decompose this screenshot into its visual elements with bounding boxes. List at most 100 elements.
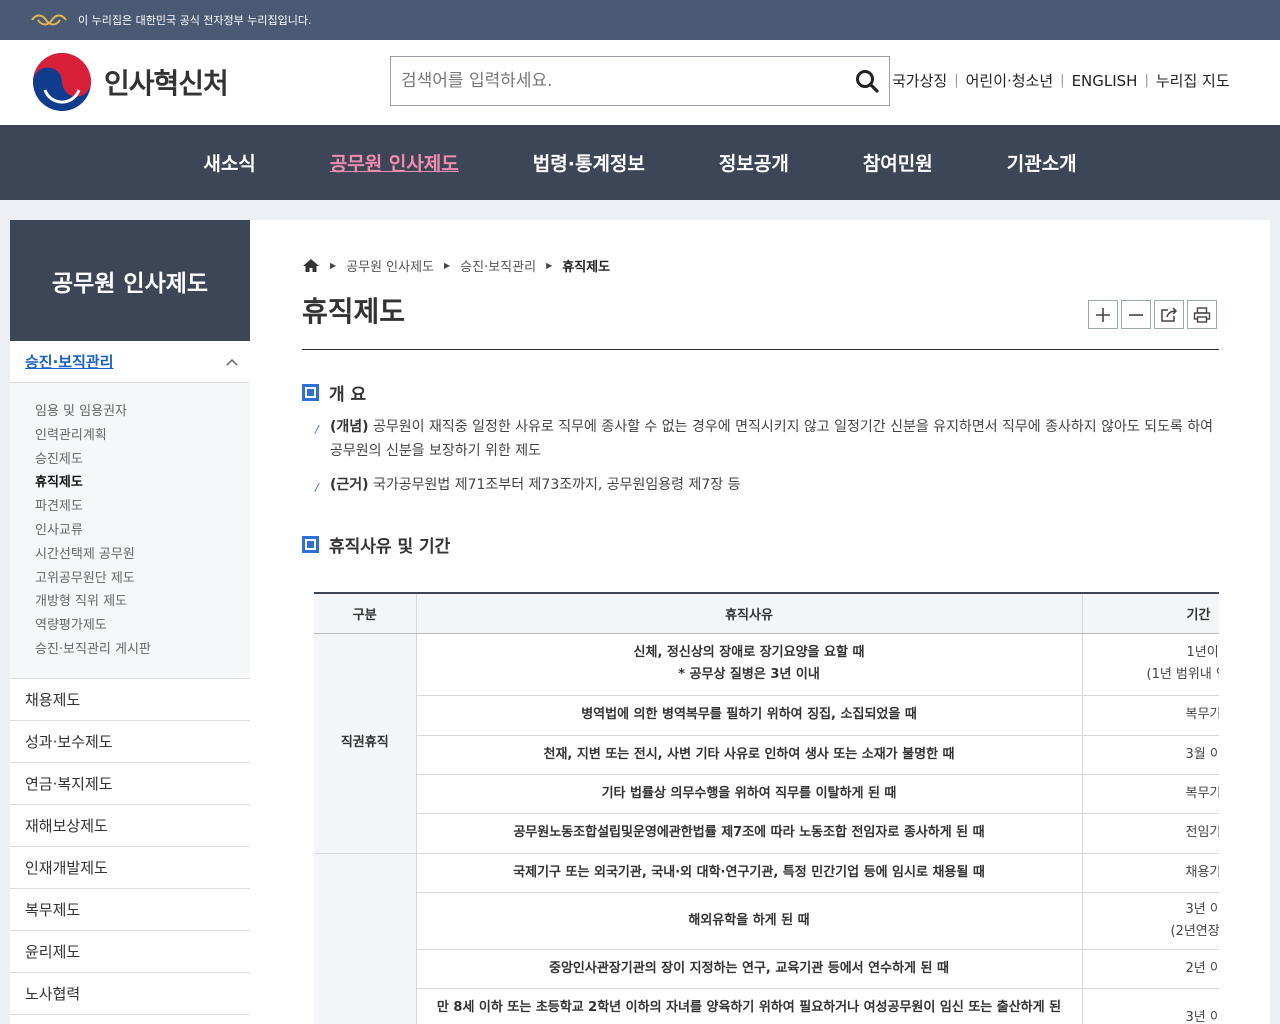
submenu-item[interactable]: 인사교류 bbox=[35, 519, 250, 543]
side-nav-item[interactable]: 연금·복지제도 bbox=[10, 763, 250, 805]
table-cell-reason: 만 8세 이하 또는 초등학교 2학년 이하의 자녀를 양육하기 위하여 필요하… bbox=[416, 988, 1083, 1024]
leave-reasons-table: 구분 휴직사유 기간 직권휴직 신체, 정신상의 장애로 장기요양을 요할 때 *… bbox=[314, 592, 1219, 1024]
main-content: ▶ 공무원 인사제도 ▶ 승진·보직관리 ▶ 휴직제도 휴직제도 개 요 / (… bbox=[250, 220, 1270, 1024]
table-row: 국제기구 또는 외국기관, 국내·외 대학·연구기관, 특정 민간기업 등에 임… bbox=[314, 853, 1219, 1024]
table-header-cell: 휴직사유 bbox=[416, 592, 1083, 634]
side-nav-current-label: 승진·보직관리 bbox=[25, 353, 114, 371]
breadcrumb-arrow-icon: ▶ bbox=[444, 261, 451, 270]
table-cell-period: 채용기 bbox=[1082, 853, 1219, 893]
page-tools bbox=[1088, 300, 1217, 329]
side-nav-item[interactable]: 노사협력 bbox=[10, 973, 250, 1015]
search-input[interactable] bbox=[391, 57, 845, 105]
nav-hr-system[interactable]: 공무원 인사제도 bbox=[293, 149, 496, 176]
site-logo[interactable]: 인사혁신처 bbox=[32, 52, 229, 112]
table-cell-period: 1년이(1년 범위내 연 bbox=[1082, 633, 1219, 696]
submenu-item[interactable]: 파견제도 bbox=[35, 495, 250, 519]
side-nav-item[interactable]: 인재개발제도 bbox=[10, 847, 250, 889]
overview-concept: / (개념) 공무원이 재직중 일정한 사유로 직무에 종사할 수 없는 경우에… bbox=[315, 415, 1221, 463]
utility-link-english[interactable]: ENGLISH bbox=[1072, 72, 1138, 90]
share-button[interactable] bbox=[1154, 300, 1184, 329]
table-row: 직권휴직 신체, 정신상의 장애로 장기요양을 요할 때 * 공무상 질병은 3년… bbox=[314, 633, 1219, 854]
overview-basis: / (근거) 국가공무원법 제71조부터 제73조까지, 공무원임용령 제7장 … bbox=[315, 473, 1221, 497]
side-nav-current-section[interactable]: 승진·보직관리 bbox=[10, 341, 250, 383]
print-button[interactable] bbox=[1187, 300, 1217, 329]
nav-civil-participation[interactable]: 참여민원 bbox=[826, 149, 970, 176]
breadcrumb-current: 휴직제도 bbox=[562, 260, 611, 275]
site-header: 인사혁신처 국가상징 | 어린이·청소년 | ENGLISH | 누리집 지도 bbox=[0, 40, 1280, 125]
table-row: 병역법에 의한 병역복무를 필하기 위하여 징집, 소집되었을 때 복무기 bbox=[314, 695, 1219, 736]
submenu-item[interactable]: 개방형 직위 제도 bbox=[35, 590, 250, 614]
breadcrumb-item[interactable]: 승진·보직관리 bbox=[460, 256, 536, 275]
table-cell-reason: 병역법에 의한 병역복무를 필하기 위하여 징집, 소집되었을 때 bbox=[416, 695, 1083, 736]
table-header-cell: 구분 bbox=[314, 592, 417, 634]
submenu-item[interactable]: 승진·보직관리 게시판 bbox=[35, 638, 250, 662]
basis-label: (근거) bbox=[330, 477, 369, 493]
submenu-item[interactable]: 역량평가제도 bbox=[35, 614, 250, 638]
zoom-in-button[interactable] bbox=[1088, 300, 1118, 329]
leave-reasons-table-wrapper: 구분 휴직사유 기간 직권휴직 신체, 정신상의 장애로 장기요양을 요할 때 *… bbox=[314, 592, 1219, 1024]
table-row: 만 8세 이하 또는 초등학교 2학년 이하의 자녀를 양육하기 위하여 필요하… bbox=[314, 988, 1219, 1024]
utility-link-national-symbols[interactable]: 국가상징 bbox=[892, 70, 947, 91]
side-nav-title: 공무원 인사제도 bbox=[10, 220, 250, 341]
chevron-up-icon bbox=[226, 358, 238, 366]
zoom-out-button[interactable] bbox=[1121, 300, 1151, 329]
divider: | bbox=[954, 73, 959, 88]
table-cell-category bbox=[314, 853, 417, 1024]
side-nav-item[interactable]: 채용제도 bbox=[10, 679, 250, 721]
table-cell-reason: 기타 법률상 의무수행을 위하여 직무를 이탈하게 된 때 bbox=[416, 774, 1083, 814]
side-nav-item[interactable]: 윤리제도 bbox=[10, 931, 250, 973]
site-logo-text: 인사혁신처 bbox=[104, 67, 229, 100]
content-area: 공무원 인사제도 승진·보직관리 임용 및 임용권자 인력관리계획 승진제도 휴… bbox=[0, 200, 1280, 1024]
basis-text: 국가공무원법 제71조부터 제73조까지, 공무원임용령 제7장 등 bbox=[368, 477, 741, 493]
table-cell-period: 전임기 bbox=[1082, 813, 1219, 854]
side-nav-item[interactable]: 성과·보수제도 bbox=[10, 721, 250, 763]
utility-link-sitemap[interactable]: 누리집 지도 bbox=[1156, 70, 1230, 91]
table-cell-period: 3년 이 (2년연장 bbox=[1082, 892, 1219, 950]
table-cell-reason: 중앙인사관장기관의 장이 지정하는 연구, 교육기관 등에서 연수하게 된 때 bbox=[416, 949, 1083, 989]
breadcrumb: ▶ 공무원 인사제도 ▶ 승진·보직관리 ▶ 휴직제도 bbox=[302, 256, 610, 275]
divider: | bbox=[1060, 73, 1065, 88]
breadcrumb-arrow-icon: ▶ bbox=[546, 261, 553, 270]
table-cell-reason: 해외유학을 하게 된 때 bbox=[416, 892, 1083, 950]
nav-info-disclosure[interactable]: 정보공개 bbox=[682, 149, 826, 176]
submenu-item[interactable]: 고위공무원단 제도 bbox=[35, 567, 250, 591]
submenu-item[interactable]: 시간선택제 공무원 bbox=[35, 543, 250, 567]
title-divider bbox=[302, 349, 1219, 350]
submenu-item[interactable]: 승진제도 bbox=[35, 448, 250, 472]
concept-text: 공무원이 재직중 일정한 사유로 직무에 종사할 수 없는 경우에 면직시키지 … bbox=[330, 419, 1214, 459]
table-cell-period: 복무기 bbox=[1082, 774, 1219, 814]
side-navigation: 공무원 인사제도 승진·보직관리 임용 및 임용권자 인력관리계획 승진제도 휴… bbox=[10, 220, 250, 1024]
table-header-row: 구분 휴직사유 기간 bbox=[314, 592, 1219, 634]
government-symbol-icon bbox=[31, 14, 67, 26]
utility-link-kids[interactable]: 어린이·청소년 bbox=[966, 70, 1054, 91]
home-icon[interactable] bbox=[302, 258, 320, 273]
side-nav-item[interactable]: 재해보상제도 bbox=[10, 805, 250, 847]
section-heading-text: 개 요 bbox=[329, 385, 367, 405]
breadcrumb-arrow-icon: ▶ bbox=[330, 261, 337, 270]
submenu-item[interactable]: 임용 및 임용권자 bbox=[35, 400, 250, 424]
submenu-item-active[interactable]: 휴직제도 bbox=[35, 471, 250, 495]
bullet-mark-icon: / bbox=[315, 423, 319, 436]
search-button[interactable] bbox=[845, 57, 889, 105]
section-heading-reasons: 휴직사유 및 기간 bbox=[302, 532, 450, 557]
table-cell-reason: 천재, 지변 또는 전시, 사변 기타 사유로 인하여 생사 또는 소재가 불명… bbox=[416, 735, 1083, 775]
nav-laws-stats[interactable]: 법령·통계정보 bbox=[496, 149, 682, 176]
table-row: 중앙인사관장기관의 장이 지정하는 연구, 교육기관 등에서 연수하게 된 때 … bbox=[314, 949, 1219, 989]
plus-icon bbox=[1096, 307, 1110, 322]
side-nav-item[interactable]: 복무제도 bbox=[10, 889, 250, 931]
breadcrumb-item[interactable]: 공무원 인사제도 bbox=[346, 256, 434, 275]
submenu-item[interactable]: 인력관리계획 bbox=[35, 424, 250, 448]
gov-notice-bar: 이 누리집은 대한민국 공식 전자정부 누리집입니다. bbox=[0, 0, 1280, 40]
minus-icon bbox=[1129, 313, 1143, 316]
printer-icon bbox=[1193, 306, 1211, 323]
taegeuk-emblem-icon bbox=[33, 53, 91, 111]
table-row: 천재, 지변 또는 전시, 사변 기타 사유로 인하여 생사 또는 소재가 불명… bbox=[314, 735, 1219, 775]
nav-news[interactable]: 새소식 bbox=[166, 149, 292, 176]
search-box bbox=[390, 56, 890, 106]
table-cell-period: 3월 이 bbox=[1082, 735, 1219, 775]
bullet-mark-icon: / bbox=[315, 481, 319, 494]
table-row: 해외유학을 하게 된 때 3년 이 (2년연장 bbox=[314, 892, 1219, 950]
table-row: 공무원노동조합설립및운영에관한법률 제7조에 따라 노동조합 전임자로 종사하게… bbox=[314, 813, 1219, 854]
nav-about[interactable]: 기관소개 bbox=[970, 149, 1114, 176]
gov-notice-text: 이 누리집은 대한민국 공식 전자정부 누리집입니다. bbox=[78, 14, 312, 27]
